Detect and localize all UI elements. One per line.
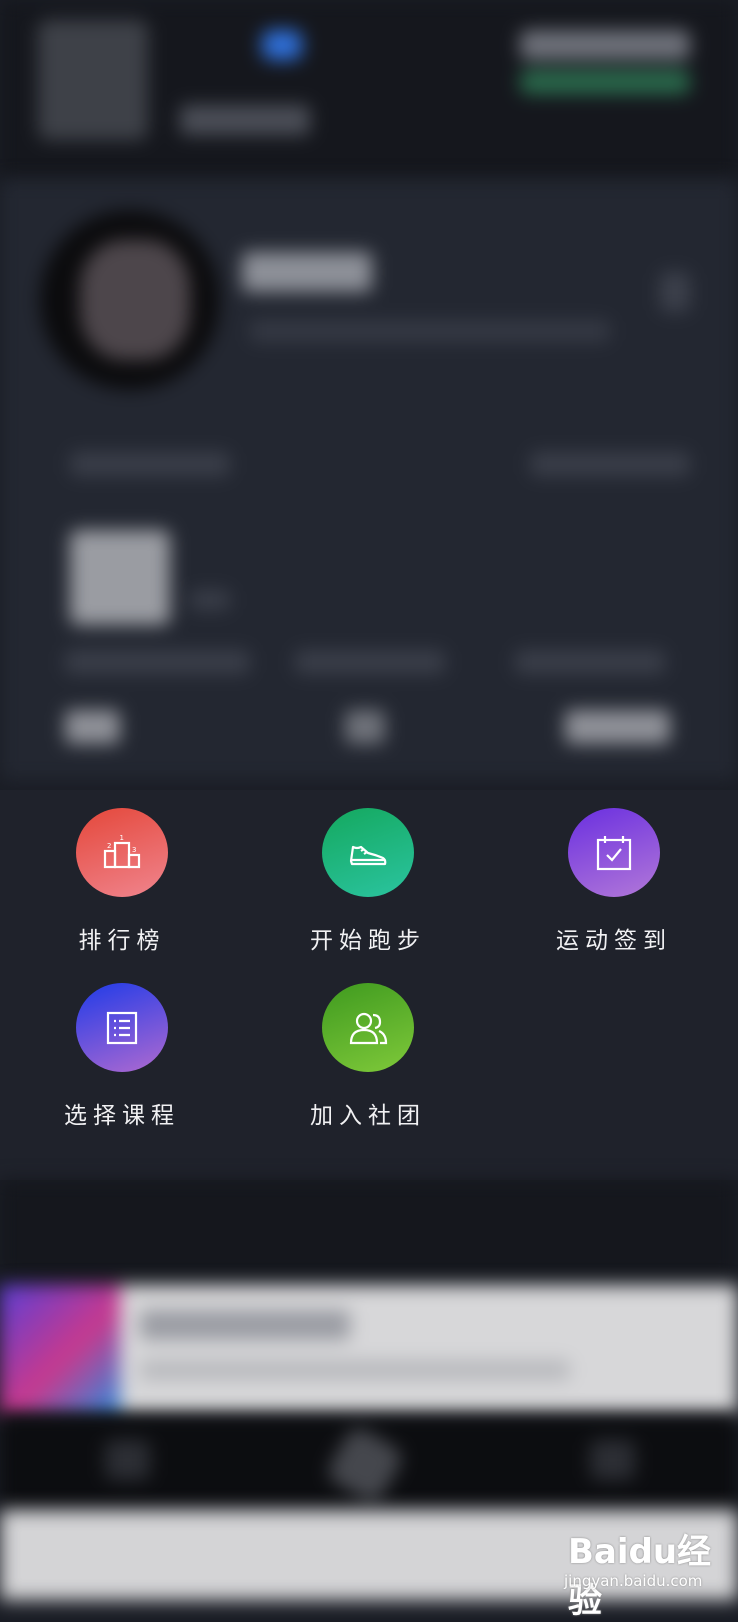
avatar-image — [80, 240, 190, 360]
menu-item-join-club[interactable]: 加入社团 — [268, 965, 468, 1130]
bottom-tab-bar — [0, 1415, 738, 1510]
status-bar — [0, 0, 738, 180]
calendar-check-icon — [568, 808, 660, 897]
menu-label: 选择课程 — [64, 1103, 180, 1129]
chevron-right-icon[interactable] — [660, 272, 690, 312]
user-subtitle — [250, 320, 610, 342]
tab-run-icon[interactable] — [324, 1424, 406, 1506]
status-indicator — [520, 70, 690, 94]
svg-text:2: 2 — [107, 842, 111, 850]
stat-label-3 — [515, 650, 665, 674]
menu-item-leaderboard[interactable]: 1 2 3 排行榜 — [22, 790, 222, 955]
menu-item-checkin[interactable]: 运动签到 — [514, 790, 714, 955]
running-shoe-icon — [322, 808, 414, 897]
section-divider — [0, 1180, 738, 1280]
stat-value-3 — [565, 710, 670, 744]
total-unit — [190, 590, 230, 610]
banner-title — [140, 1310, 350, 1340]
tab-home-icon[interactable] — [105, 1440, 150, 1480]
app-logo — [38, 20, 148, 140]
banner-image — [0, 1285, 120, 1415]
header-text — [180, 105, 310, 135]
function-menu: 1 2 3 排行榜 开始跑步 运动签到 选择课程 加入社团 — [0, 790, 738, 1180]
stat-label-2 — [295, 650, 445, 674]
promo-banner[interactable] — [0, 1285, 738, 1415]
profile-card — [0, 180, 738, 780]
banner-subtitle — [140, 1360, 570, 1380]
stat-label-1 — [65, 650, 250, 674]
total-value — [70, 530, 170, 625]
notification-badge — [262, 30, 302, 60]
tab-profile-icon[interactable] — [590, 1440, 635, 1480]
menu-label: 排行榜 — [78, 928, 166, 954]
status-icons — [520, 30, 690, 60]
menu-label: 加入社团 — [310, 1103, 426, 1129]
stats-link[interactable] — [530, 452, 690, 476]
menu-label: 开始跑步 — [310, 928, 426, 954]
podium-icon: 1 2 3 — [76, 808, 168, 897]
course-list-icon — [76, 983, 168, 1072]
group-users-icon — [322, 983, 414, 1072]
user-name — [242, 252, 372, 292]
svg-text:1: 1 — [120, 834, 124, 842]
stat-value-1 — [65, 710, 120, 744]
watermark-url: jingyan.baidu.com — [564, 1572, 703, 1590]
stats-title — [70, 452, 230, 476]
menu-item-start-running[interactable]: 开始跑步 — [268, 790, 468, 955]
menu-label: 运动签到 — [556, 928, 672, 954]
svg-text:3: 3 — [132, 846, 136, 854]
baidu-watermark: Baidu经验 jingyan.baidu.com — [560, 1518, 730, 1621]
stat-value-2 — [345, 710, 385, 744]
menu-item-select-course[interactable]: 选择课程 — [22, 965, 222, 1130]
